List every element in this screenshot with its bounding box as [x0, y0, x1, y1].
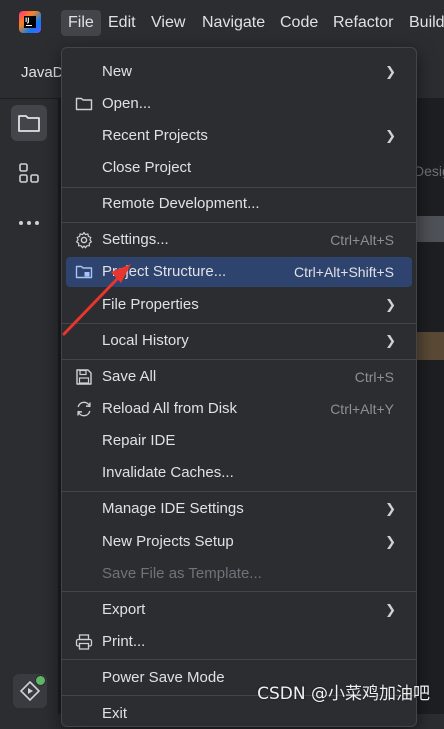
menu-file[interactable]: File [61, 10, 101, 36]
menu-item-manage-ide-settings[interactable]: Manage IDE Settings ❯ [66, 494, 412, 524]
chevron-right-icon: ❯ [385, 534, 396, 549]
menu-separator [62, 491, 416, 492]
print-icon [75, 633, 93, 651]
editor-hint-text: Desig [414, 163, 444, 179]
menu-item-remote-development[interactable]: Remote Development... [66, 189, 412, 219]
menu-item-recent-projects[interactable]: Recent Projects ❯ [66, 121, 412, 151]
project-tab-label[interactable]: JavaD [21, 64, 64, 81]
menu-separator [62, 359, 416, 360]
menu-item-repair-ide[interactable]: Repair IDE [66, 426, 412, 456]
run-tool-button[interactable] [13, 674, 47, 708]
chevron-right-icon: ❯ [385, 602, 396, 617]
folder-icon [75, 95, 93, 113]
menu-item-save-all[interactable]: Save All Ctrl+S [66, 362, 412, 392]
more-icon [18, 219, 40, 227]
menu-item-export[interactable]: Export ❯ [66, 595, 412, 625]
project-tool-button[interactable] [11, 105, 47, 141]
menu-separator [62, 591, 416, 592]
menu-build[interactable]: Build [402, 10, 444, 36]
project-structure-icon [75, 263, 93, 281]
menu-item-local-history[interactable]: Local History ❯ [66, 326, 412, 356]
tool-strip [0, 99, 59, 714]
menu-item-print[interactable]: Print... [66, 627, 412, 657]
intellij-logo-icon[interactable]: IJ [19, 11, 41, 33]
gear-icon [75, 231, 93, 249]
folder-icon [17, 112, 41, 134]
menu-item-save-file-as-template: Save File as Template... [102, 565, 262, 582]
menu-item-reload-all[interactable]: Reload All from Disk Ctrl+Alt+Y [66, 394, 412, 424]
menu-item-settings[interactable]: Settings... Ctrl+Alt+S [66, 225, 412, 255]
chevron-right-icon: ❯ [385, 64, 396, 79]
menu-edit[interactable]: Edit [101, 10, 143, 36]
menu-navigate[interactable]: Navigate [195, 10, 272, 36]
menu-item-project-structure[interactable]: Project Structure... Ctrl+Alt+Shift+S [66, 257, 412, 287]
menu-item-file-properties[interactable]: File Properties ❯ [66, 290, 412, 320]
chevron-right-icon: ❯ [385, 297, 396, 312]
save-icon [75, 368, 93, 386]
menu-bar: IJ File Edit View Navigate Code Refactor… [0, 0, 444, 46]
chevron-right-icon: ❯ [385, 333, 396, 348]
chevron-right-icon: ❯ [385, 128, 396, 143]
menu-item-new-projects-setup[interactable]: New Projects Setup ❯ [66, 527, 412, 557]
menu-separator [62, 659, 416, 660]
menu-item-open[interactable]: Open... [66, 89, 412, 119]
menu-item-invalidate-caches[interactable]: Invalidate Caches... [66, 458, 412, 488]
menu-code[interactable]: Code [273, 10, 325, 36]
structure-icon [18, 162, 40, 184]
menu-separator [62, 222, 416, 223]
watermark-text: CSDN @小菜鸡加油吧 [257, 684, 430, 704]
menu-separator [62, 187, 416, 188]
menu-item-close-project[interactable]: Close Project [66, 153, 412, 183]
menu-separator [62, 323, 416, 324]
menu-item-new[interactable]: New ❯ [66, 57, 412, 87]
structure-tool-button[interactable] [11, 155, 47, 191]
menu-refactor[interactable]: Refactor [326, 10, 400, 36]
reload-icon [75, 400, 93, 418]
more-tools-button[interactable] [11, 205, 47, 241]
file-menu-dropdown: New ❯ Open... Recent Projects ❯ Close Pr… [61, 47, 417, 727]
chevron-right-icon: ❯ [385, 501, 396, 516]
run-status-dot [35, 675, 46, 686]
menu-view[interactable]: View [144, 10, 192, 36]
